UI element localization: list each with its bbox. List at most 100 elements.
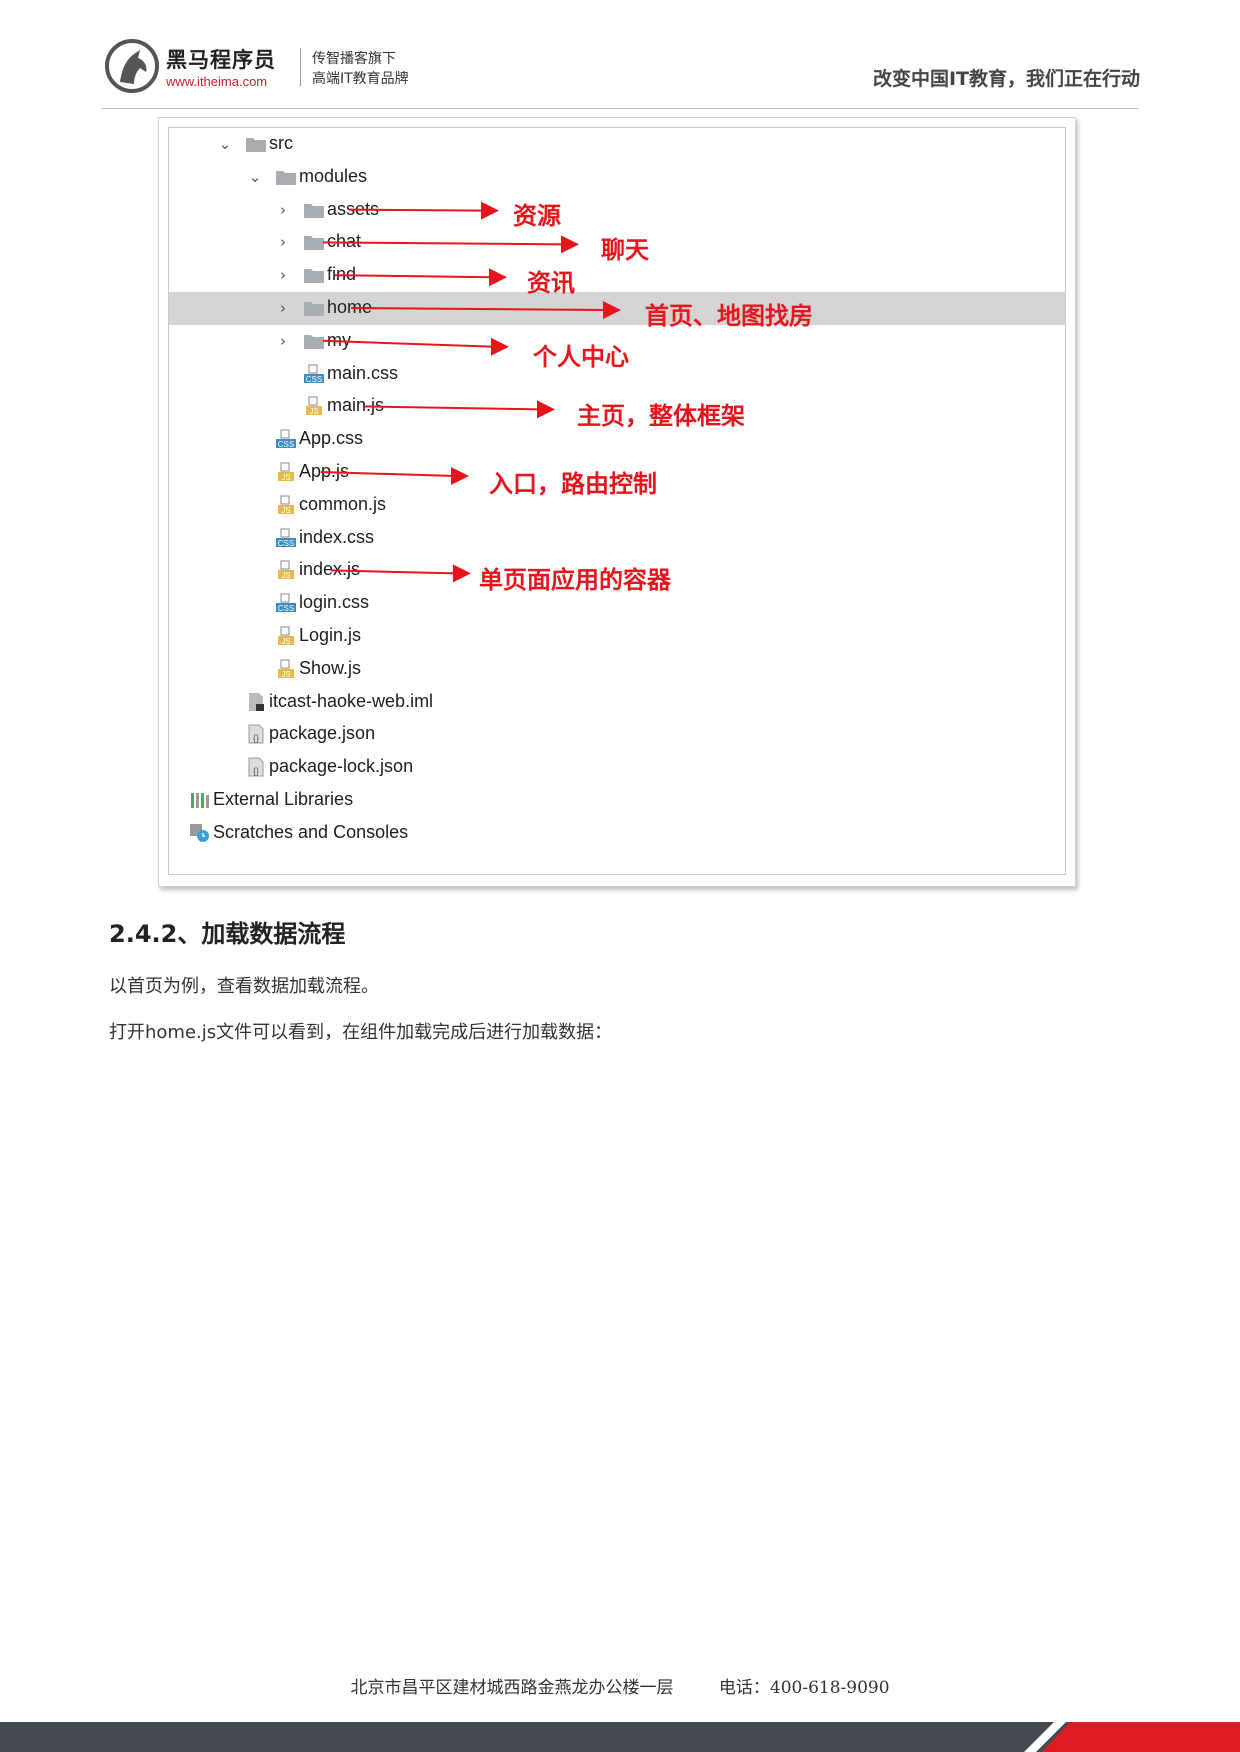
tree-row-label: home (327, 297, 373, 317)
annotation-note: 聊天 (601, 235, 649, 265)
section-heading: 2.4.2、加载数据流程 (109, 920, 346, 948)
footer-address: 北京市昌平区建材城西路金燕龙办公楼一层 (350, 1678, 674, 1698)
iml-file-icon (245, 692, 267, 712)
chevron-right-icon[interactable]: › (275, 298, 291, 318)
svg-text:CSS: CSS (278, 440, 294, 449)
json-file-icon: {} (245, 757, 267, 777)
tree-row-label: modules (299, 165, 368, 186)
annotation-note: 资源 (513, 200, 561, 230)
tree-row-label: Scratches and Consoles (213, 821, 409, 842)
svg-text:JS: JS (281, 571, 290, 580)
tagline-2: 高端IT教育品牌 (312, 71, 409, 87)
svg-text:JS: JS (309, 407, 318, 416)
tree-row[interactable]: › home (169, 292, 1065, 325)
css-file-icon: CSS (303, 364, 325, 384)
tree-row-label: chat (327, 231, 362, 252)
chevron-right-icon[interactable]: › (275, 200, 291, 220)
tree-row[interactable]: {} package-lock.json (169, 751, 1065, 784)
scratches-icon (189, 823, 211, 843)
svg-text:{}: {} (253, 733, 259, 743)
annotation-note: 单页面应用的容器 (479, 565, 671, 595)
js-file-icon: JS (275, 659, 297, 679)
paragraph-2: 打开home.js文件可以看到，在组件加载完成后进行加载数据： (109, 1022, 613, 1043)
annotation-note: 首页、地图找房 (645, 301, 813, 330)
tree-row[interactable]: Scratches and Consoles (169, 817, 1065, 850)
svg-text:JS: JS (281, 670, 290, 679)
tree-row-label: package.json (269, 723, 376, 744)
css-file-icon: CSS (275, 593, 297, 613)
js-file-icon: JS (275, 560, 297, 580)
folder-icon (303, 232, 325, 252)
tree-row[interactable]: ⌄ modules (169, 161, 1065, 194)
brand-name: 黑马程序员 (166, 48, 276, 72)
paragraph-1: 以首页为例，查看数据加载流程。 (109, 976, 379, 997)
chevron-down-icon[interactable]: ⌄ (247, 167, 263, 187)
tree-row[interactable]: JS Show.js (169, 653, 1065, 686)
tree-row-label: find (327, 264, 357, 285)
tree-row-label: common.js (299, 493, 387, 514)
chevron-down-icon[interactable]: ⌄ (217, 134, 233, 154)
folder-icon (303, 265, 325, 285)
svg-text:{}: {} (253, 766, 259, 776)
svg-text:CSS: CSS (278, 604, 294, 613)
js-file-icon: JS (275, 462, 297, 482)
header-rule (102, 108, 1138, 109)
footer-phone: 电话：400-618-9090 (718, 1678, 890, 1698)
page-header: 黑马程序员 www.itheima.com 传智播客旗下 高端IT教育品牌 改变… (100, 36, 1140, 96)
css-file-icon: CSS (275, 528, 297, 548)
tree-row[interactable]: ⌄ src (169, 128, 1065, 161)
tree-row-label: itcast-haoke-web.iml (269, 690, 434, 711)
tree-row-label: assets (327, 198, 380, 219)
css-file-icon: CSS (275, 429, 297, 449)
tree-row-label: main.js (327, 395, 385, 416)
tree-row-label: Login.js (299, 625, 362, 645)
folder-icon (303, 200, 325, 220)
svg-text:JS: JS (281, 506, 290, 515)
tree-row[interactable]: › assets (169, 194, 1065, 227)
project-tree-screenshot: ⌄ src ⌄ modules › assets › chat › find › home › my CSS… (158, 117, 1076, 887)
project-tree: ⌄ src ⌄ modules › assets › chat › find › home › my CSS… (168, 127, 1066, 875)
chevron-right-icon[interactable]: › (275, 232, 291, 252)
chevron-right-icon[interactable]: › (275, 265, 291, 285)
chevron-right-icon[interactable]: › (275, 331, 291, 351)
footer: 北京市昌平区建材城西路金燕龙办公楼一层 电话：400-618-9090 (0, 1673, 1240, 1698)
annotation-note: 个人中心 (533, 341, 629, 371)
tree-row[interactable]: JS Login.js (169, 620, 1065, 653)
tree-row-label: index.js (299, 559, 361, 580)
tagline-1: 传智播客旗下 (312, 51, 396, 67)
tree-row[interactable]: {} package.json (169, 718, 1065, 751)
folder-icon (303, 298, 325, 318)
folder-icon (245, 134, 267, 154)
tree-row-label: my (327, 329, 351, 350)
tree-row[interactable]: itcast-haoke-web.iml (169, 686, 1065, 719)
tree-row-label: App.css (299, 428, 364, 449)
annotation-note: 入口，路由控制 (489, 469, 657, 498)
svg-text:JS: JS (281, 637, 290, 646)
tree-row-label: login.css (299, 592, 370, 613)
svg-text:CSS: CSS (278, 539, 294, 548)
libraries-icon (189, 790, 211, 810)
js-file-icon: JS (275, 626, 297, 646)
js-file-icon: JS (303, 396, 325, 416)
tree-row-label: package-lock.json (269, 756, 414, 777)
svg-text:CSS: CSS (306, 375, 322, 384)
tree-row-label: External Libraries (213, 789, 354, 809)
footer-bar-accent (1042, 1722, 1240, 1752)
js-file-icon: JS (275, 495, 297, 515)
annotation-note: 资讯 (527, 268, 575, 298)
tree-row[interactable]: CSS index.css (169, 522, 1065, 555)
tree-row-label: App.js (299, 461, 350, 481)
tree-row-label: index.css (299, 526, 375, 547)
folder-icon (303, 331, 325, 351)
tree-row[interactable]: External Libraries (169, 784, 1065, 817)
tree-row-label: src (269, 133, 293, 153)
tree-row-label: main.css (327, 362, 399, 383)
site-url: www.itheima.com (166, 74, 268, 89)
slogan: 改变中国IT教育，我们正在行动 (872, 68, 1140, 90)
header-divider (300, 48, 301, 86)
folder-icon (275, 167, 297, 187)
annotation-note: 主页，整体框架 (577, 401, 745, 431)
horse-logo-icon (105, 39, 159, 93)
json-file-icon: {} (245, 724, 267, 744)
svg-text:JS: JS (281, 473, 290, 482)
